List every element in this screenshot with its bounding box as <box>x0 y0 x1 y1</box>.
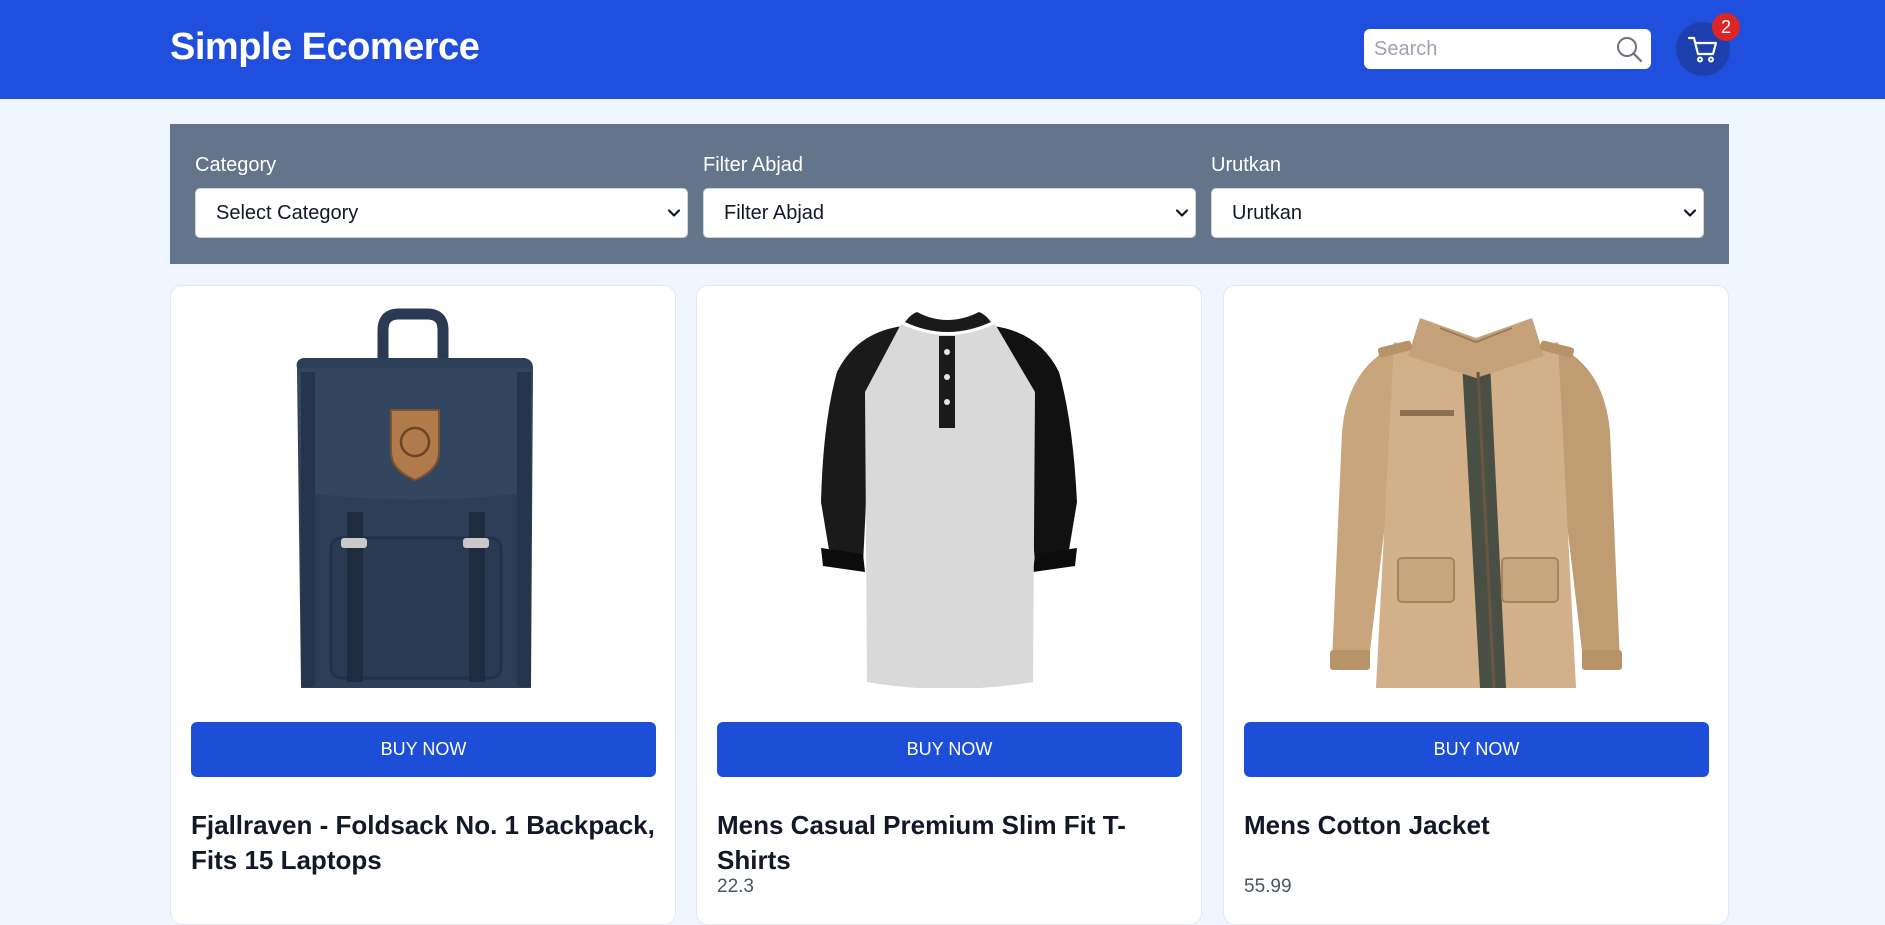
product-card: BUY NOW Mens Cotton Jacket 55.99 <box>1223 285 1729 925</box>
product-image-backpack[interactable] <box>191 302 655 688</box>
brand-title[interactable]: Simple Ecomerce <box>170 26 480 69</box>
chevron-down-icon <box>1683 209 1697 217</box>
product-card: BUY NOW Mens Casual Premium Slim Fit T-S… <box>696 285 1202 925</box>
sort-label: Urutkan <box>1211 154 1282 176</box>
cart-count-badge: 2 <box>1712 13 1740 41</box>
search-box <box>1364 29 1651 69</box>
chevron-down-icon <box>667 209 681 217</box>
filter-bar: Category Select Category Filter Abjad Fi… <box>170 124 1729 264</box>
buy-now-button[interactable]: BUY NOW <box>1244 722 1709 777</box>
sort-filter: Urutkan Urutkan <box>1211 154 1704 238</box>
product-price: 22.3 <box>717 876 754 897</box>
product-card: BUY NOW Fjallraven - Foldsack No. 1 Back… <box>170 285 676 925</box>
chevron-down-icon <box>1175 209 1189 217</box>
buy-now-button[interactable]: BUY NOW <box>191 722 656 777</box>
sort-select[interactable]: Urutkan <box>1211 188 1704 238</box>
product-image-jacket[interactable] <box>1244 302 1708 688</box>
product-title[interactable]: Fjallraven - Foldsack No. 1 Backpack, Fi… <box>191 808 656 878</box>
product-title[interactable]: Mens Cotton Jacket <box>1244 808 1709 843</box>
search-input[interactable] <box>1364 30 1604 68</box>
alphabet-filter-select-value: Filter Abjad <box>724 201 825 224</box>
alphabet-filter: Filter Abjad Filter Abjad <box>703 154 1196 238</box>
product-title[interactable]: Mens Casual Premium Slim Fit T-Shirts <box>717 808 1182 878</box>
category-label: Category <box>195 154 277 176</box>
search-icon[interactable] <box>1615 35 1643 63</box>
category-select[interactable]: Select Category <box>195 188 688 238</box>
cart-icon <box>1687 36 1718 63</box>
top-navbar: Simple Ecomerce 2 <box>0 0 1885 99</box>
buy-now-button[interactable]: BUY NOW <box>717 722 1182 777</box>
category-filter: Category Select Category <box>195 154 688 238</box>
sort-select-value: Urutkan <box>1232 201 1303 224</box>
product-price: 55.99 <box>1244 876 1292 897</box>
alphabet-filter-select[interactable]: Filter Abjad <box>703 188 1196 238</box>
alphabet-filter-label: Filter Abjad <box>703 154 804 176</box>
product-image-tshirt[interactable] <box>717 302 1181 688</box>
category-select-value: Select Category <box>216 201 359 224</box>
